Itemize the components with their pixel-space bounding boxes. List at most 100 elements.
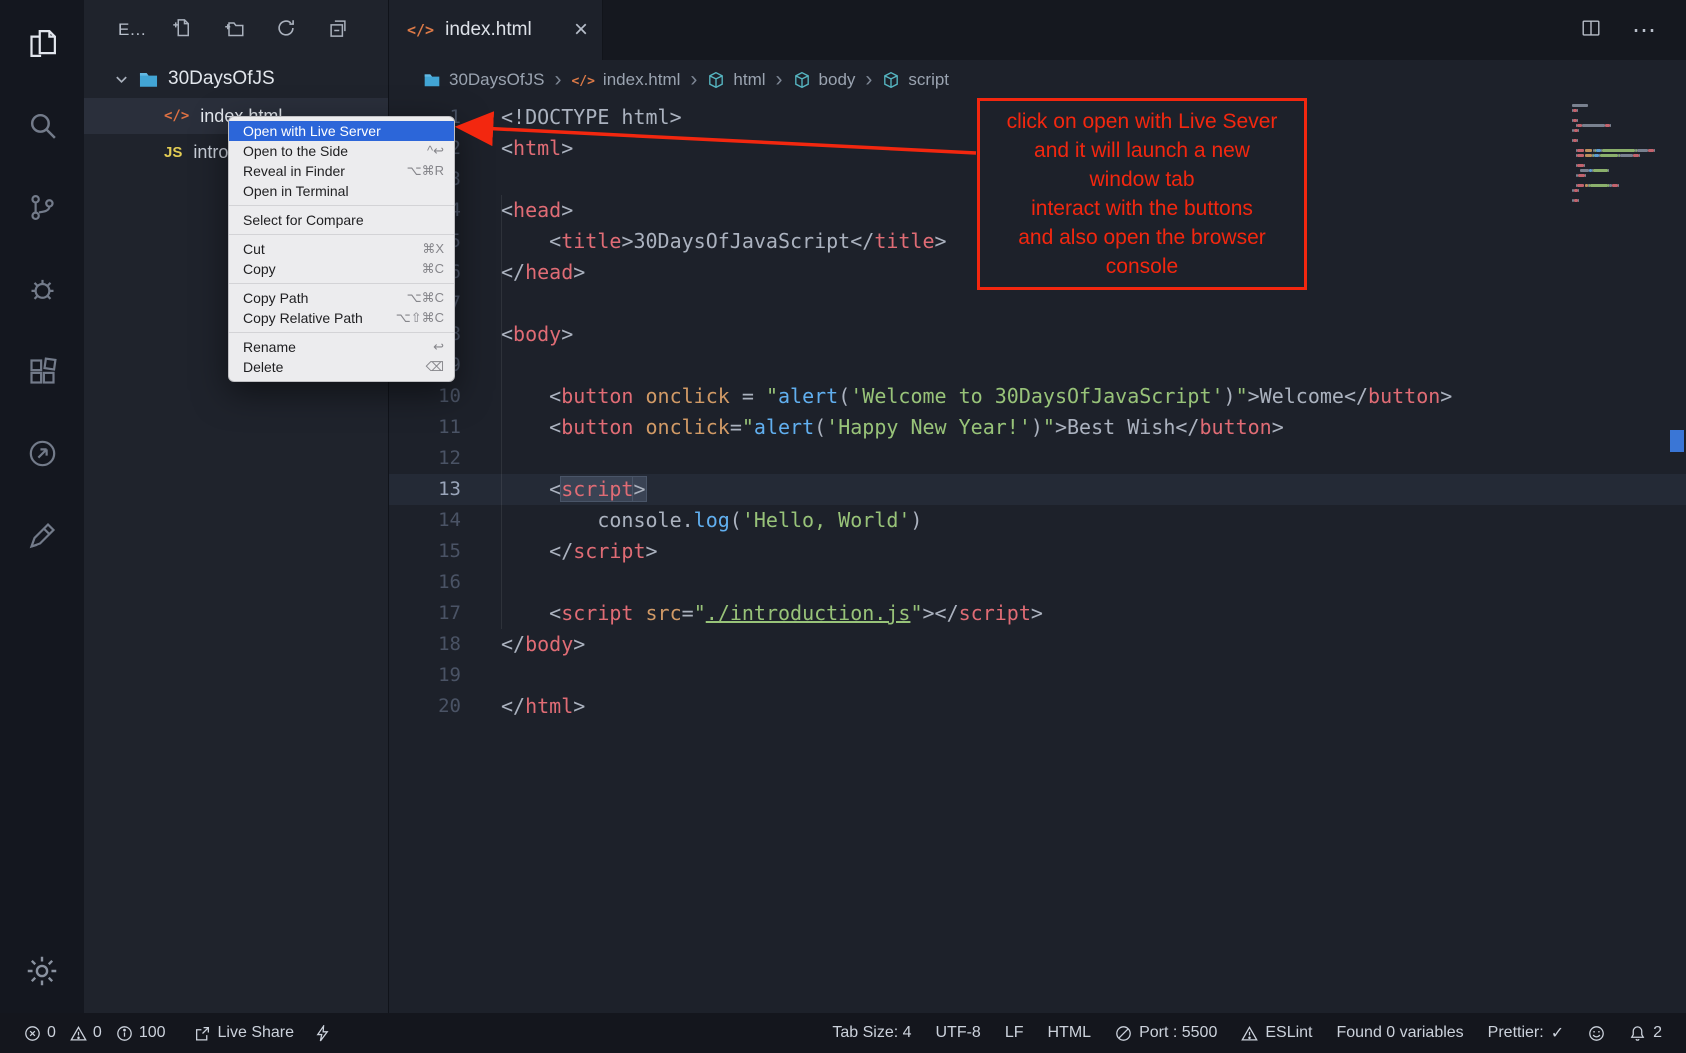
line-number[interactable]: 10 xyxy=(389,381,461,412)
more-actions-icon[interactable]: ⋯ xyxy=(1632,16,1658,45)
breadcrumb-label: script xyxy=(908,70,949,90)
minimap-line xyxy=(1572,169,1664,172)
code-line-16[interactable]: 16 xyxy=(389,567,1686,598)
status-encoding[interactable]: UTF-8 xyxy=(936,1024,981,1042)
status-prettier[interactable]: Prettier:✓ xyxy=(1488,1023,1564,1043)
folder-row-30daysofjs[interactable]: 30DaysOfJS xyxy=(84,60,388,98)
code-line-11[interactable]: 11 <button onclick="alert('Happy New Yea… xyxy=(389,412,1686,443)
menu-item-select-for-compare[interactable]: Select for Compare xyxy=(229,210,454,230)
status-notifications[interactable]: 2 xyxy=(1629,1024,1662,1042)
settings-gear-icon[interactable] xyxy=(0,953,84,989)
status-left: 0 0 100 Live Share xyxy=(24,1024,331,1042)
menu-item-shortcut: ↩ xyxy=(433,339,444,355)
menu-separator xyxy=(229,205,454,206)
code-line-7[interactable]: 7 xyxy=(389,288,1686,319)
code-line-9[interactable]: 9 xyxy=(389,350,1686,381)
code-line-17[interactable]: 17 <script src="./introduction.js"></scr… xyxy=(389,598,1686,629)
line-number[interactable]: 20 xyxy=(389,691,461,722)
line-number[interactable]: 15 xyxy=(389,536,461,567)
line-text xyxy=(461,443,501,474)
menu-item-label: Open with Live Server xyxy=(243,123,381,139)
code-line-12[interactable]: 12 xyxy=(389,443,1686,474)
breadcrumb-item-script[interactable]: script xyxy=(882,70,949,90)
source-control-icon[interactable] xyxy=(14,178,70,236)
code-line-8[interactable]: 8<body> xyxy=(389,319,1686,350)
line-number[interactable]: 16 xyxy=(389,567,461,598)
line-number[interactable]: 12 xyxy=(389,443,461,474)
status-variables[interactable]: Found 0 variables xyxy=(1336,1024,1463,1042)
breadcrumb-item-body[interactable]: body xyxy=(793,70,856,90)
code-line-14[interactable]: 14 console.log('Hello, World') xyxy=(389,505,1686,536)
refresh-icon[interactable] xyxy=(276,18,296,43)
collapse-all-icon[interactable] xyxy=(328,18,348,43)
menu-item-label: Open in Terminal xyxy=(243,183,349,199)
menu-item-open-in-terminal[interactable]: Open in Terminal xyxy=(229,181,454,201)
code-line-10[interactable]: 10 <button onclick = "alert('Welcome to … xyxy=(389,381,1686,412)
line-number[interactable]: 11 xyxy=(389,412,461,443)
run-debug-icon[interactable] xyxy=(14,260,70,318)
close-tab-icon[interactable]: × xyxy=(574,18,588,42)
warning-icon xyxy=(70,1025,87,1042)
html-file-icon: </> xyxy=(571,70,594,90)
menu-item-open-with-live-server[interactable]: Open with Live Server xyxy=(229,121,454,141)
breadcrumb-item-html[interactable]: html xyxy=(707,70,765,90)
new-folder-icon[interactable] xyxy=(224,18,244,43)
status-feedback-smiley[interactable] xyxy=(1588,1025,1605,1042)
menu-item-copy[interactable]: Copy⌘C xyxy=(229,259,454,279)
breadcrumb-item-index-html[interactable]: </>index.html xyxy=(571,70,680,90)
minimap-line xyxy=(1572,189,1664,192)
menu-item-rename[interactable]: Rename ↩ xyxy=(229,337,454,357)
smiley-icon xyxy=(1588,1025,1605,1042)
menu-item-delete[interactable]: Delete⌫ xyxy=(229,357,454,377)
line-number[interactable]: 14 xyxy=(389,505,461,536)
status-tab-size[interactable]: Tab Size: 4 xyxy=(832,1024,911,1042)
status-label: UTF-8 xyxy=(936,1024,981,1042)
status-label: HTML xyxy=(1048,1024,1092,1042)
code-line-19[interactable]: 19 xyxy=(389,660,1686,691)
line-text: <html> xyxy=(461,133,573,164)
line-number[interactable]: 13 xyxy=(389,474,461,505)
line-text: <button onclick = "alert('Welcome to 30D… xyxy=(461,381,1452,412)
line-number[interactable]: 18 xyxy=(389,629,461,660)
minimap[interactable] xyxy=(1572,104,1664,204)
lightning-icon[interactable] xyxy=(314,1025,331,1042)
code-line-20[interactable]: 20</html> xyxy=(389,691,1686,722)
explorer-icon[interactable] xyxy=(14,14,70,72)
line-number[interactable]: 17 xyxy=(389,598,461,629)
status-live-share[interactable]: Live Share xyxy=(194,1024,295,1042)
code-line-13[interactable]: 13 <script> xyxy=(389,474,1686,505)
code-line-15[interactable]: 15 </script> xyxy=(389,536,1686,567)
js-file-icon: JS xyxy=(164,144,182,161)
code-line-18[interactable]: 18</body> xyxy=(389,629,1686,660)
context-menu: Open with Live ServerOpen to the Side^↩R… xyxy=(228,116,455,382)
menu-item-copy-relative-path[interactable]: Copy Relative Path⌥⇧⌘C xyxy=(229,308,454,328)
status-problems[interactable]: 0 0 100 xyxy=(24,1024,174,1042)
status-eslint[interactable]: ESLint xyxy=(1241,1024,1312,1042)
symbol-cube-icon xyxy=(793,71,811,89)
split-editor-icon[interactable] xyxy=(1580,17,1602,44)
new-file-icon[interactable] xyxy=(172,18,192,43)
explorer-title: E… xyxy=(118,20,146,40)
minimap-line xyxy=(1572,199,1664,202)
search-icon[interactable] xyxy=(14,96,70,154)
minimap-line xyxy=(1572,174,1664,177)
status-live-server-port[interactable]: Port : 5500 xyxy=(1115,1024,1217,1042)
live-share-icon[interactable] xyxy=(14,424,70,482)
line-number[interactable]: 19 xyxy=(389,660,461,691)
menu-item-open-to-the-side[interactable]: Open to the Side^↩ xyxy=(229,141,454,161)
chevron-right-icon: › xyxy=(865,68,872,92)
menu-item-reveal-in-finder[interactable]: Reveal in Finder⌥⌘R xyxy=(229,161,454,181)
status-label: Tab Size: 4 xyxy=(832,1024,911,1042)
tab-index-html[interactable]: </> index.html × xyxy=(389,0,603,60)
menu-item-cut[interactable]: Cut⌘X xyxy=(229,239,454,259)
pen-annotate-icon[interactable] xyxy=(14,506,70,564)
sidebar-header: E… xyxy=(84,0,388,60)
extensions-icon[interactable] xyxy=(14,342,70,400)
breadcrumb-item-30daysofjs[interactable]: 30DaysOfJS xyxy=(423,70,544,90)
menu-item-label: Rename xyxy=(243,339,296,355)
menu-item-copy-path[interactable]: Copy Path⌥⌘C xyxy=(229,288,454,308)
info-icon xyxy=(116,1025,133,1042)
status-eol[interactable]: LF xyxy=(1005,1024,1024,1042)
annotation-box: click on open with Live Severand it will… xyxy=(977,98,1307,290)
status-language-mode[interactable]: HTML xyxy=(1048,1024,1092,1042)
